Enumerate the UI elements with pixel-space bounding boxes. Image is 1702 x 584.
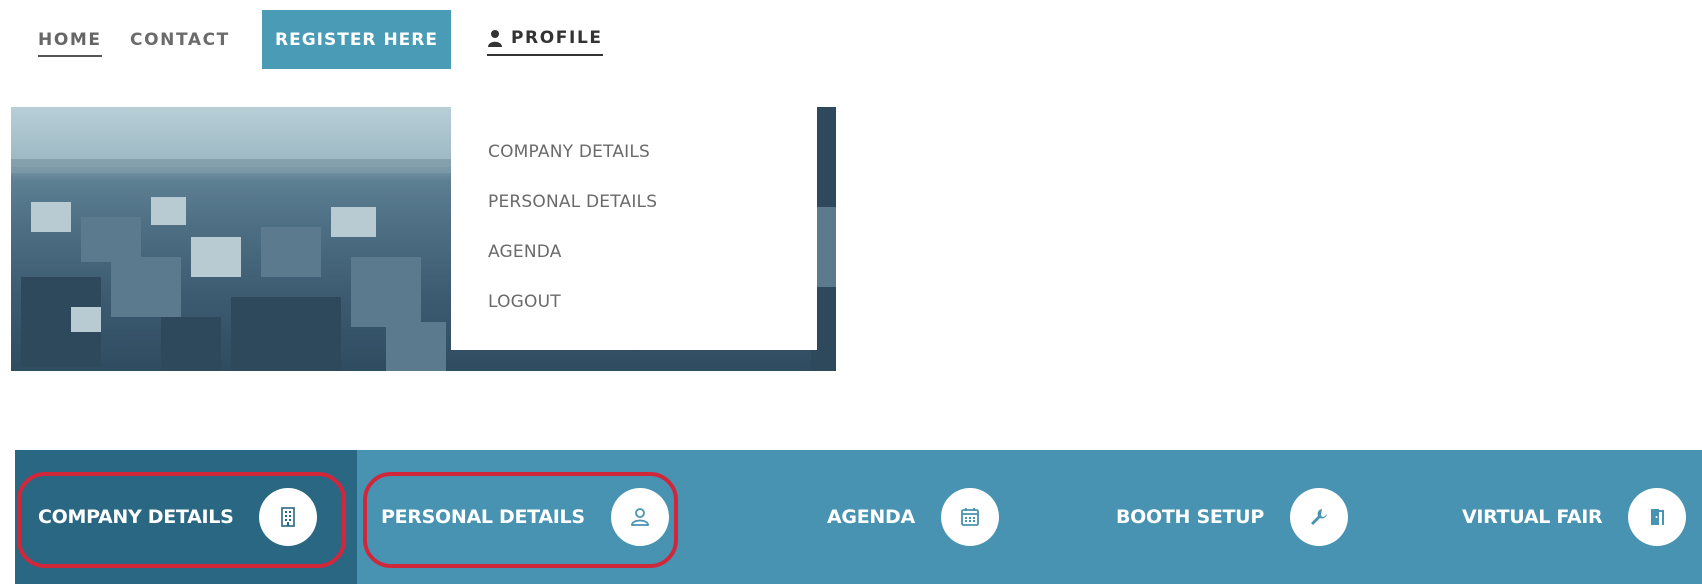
step-agenda[interactable]: AGENDA bbox=[827, 450, 999, 584]
step-booth-setup[interactable]: BOOTH SETUP bbox=[1116, 450, 1348, 584]
step-virtual-fair[interactable]: VIRTUAL FAIR bbox=[1462, 450, 1687, 584]
user-icon bbox=[487, 29, 503, 47]
step-label: AGENDA bbox=[827, 506, 915, 528]
dropdown-item-logout[interactable]: LOGOUT bbox=[488, 292, 561, 312]
register-button-label: REGISTER HERE bbox=[275, 29, 438, 50]
highlight-personal-details bbox=[363, 472, 678, 568]
step-label: VIRTUAL FAIR bbox=[1462, 506, 1603, 528]
dropdown-item-personal-details[interactable]: PERSONAL DETAILS bbox=[488, 192, 657, 212]
door-exit-icon bbox=[1628, 488, 1687, 546]
nav-home-link[interactable]: HOME bbox=[38, 30, 102, 57]
dropdown-item-company-details[interactable]: COMPANY DETAILS bbox=[488, 142, 650, 162]
wrench-icon bbox=[1289, 488, 1348, 546]
profile-dropdown-menu: COMPANY DETAILS PERSONAL DETAILS AGENDA … bbox=[451, 106, 817, 350]
nav-contact-link[interactable]: CONTACT bbox=[130, 30, 230, 55]
registration-step-bar: COMPANY DETAILS PERSONAL DETAILS AGENDA bbox=[15, 450, 1702, 584]
highlight-company-details bbox=[17, 472, 346, 568]
nav-profile-link[interactable]: PROFILE bbox=[487, 28, 603, 56]
nav-profile-label: PROFILE bbox=[511, 28, 603, 48]
step-label: BOOTH SETUP bbox=[1116, 506, 1264, 528]
register-button[interactable]: REGISTER HERE bbox=[262, 10, 451, 69]
calendar-icon bbox=[940, 488, 999, 546]
dropdown-item-agenda[interactable]: AGENDA bbox=[488, 242, 562, 262]
